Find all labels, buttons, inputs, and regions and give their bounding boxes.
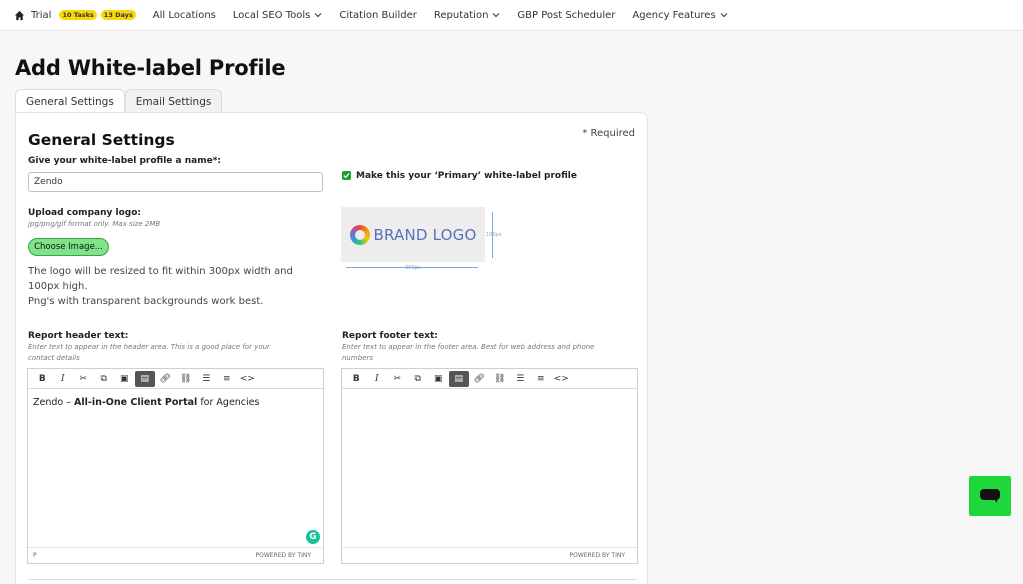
width-dimension-label: 300px bbox=[405, 265, 421, 271]
section-heading: General Settings bbox=[28, 131, 175, 149]
days-badge: 13 Days bbox=[100, 10, 136, 20]
unlink-icon[interactable]: ⛓ bbox=[490, 371, 511, 387]
italic-icon[interactable]: I bbox=[367, 371, 388, 387]
logo-placeholder-text: BRAND LOGO bbox=[373, 225, 477, 244]
section-divider bbox=[28, 579, 637, 580]
tab-bar: General Settings Email Settings bbox=[15, 89, 223, 113]
cut-icon[interactable]: ✂ bbox=[387, 371, 408, 387]
paste-text-icon[interactable]: ▤ bbox=[134, 370, 155, 387]
logo-upload-label: Upload company logo: bbox=[28, 208, 141, 218]
top-nav: Trial 10 Tasks 13 Days All Locations Loc… bbox=[0, 0, 1023, 31]
tasks-badge: 10 Tasks bbox=[59, 10, 97, 20]
logo-preview: BRAND LOGO bbox=[341, 207, 485, 262]
profile-name-label: Give your white-label profile a name*: bbox=[28, 156, 222, 166]
bullet-list-icon[interactable]: ☰ bbox=[196, 371, 217, 387]
home-icon bbox=[14, 10, 25, 20]
paste-text-icon[interactable]: ▤ bbox=[448, 370, 469, 387]
footer-text-hint: Enter text to appear in the footer area.… bbox=[342, 343, 595, 362]
footer-text-label: Report footer text: bbox=[342, 331, 438, 341]
italic-icon[interactable]: I bbox=[53, 371, 74, 387]
header-editor-content[interactable]: Zendo – All-in-One Client Portal for Age… bbox=[28, 389, 323, 416]
logo-ring-icon bbox=[349, 224, 370, 245]
nav-home[interactable]: Trial 10 Tasks 13 Days bbox=[14, 10, 136, 21]
tab-general-settings[interactable]: General Settings bbox=[15, 89, 125, 113]
copy-icon[interactable]: ⧉ bbox=[94, 371, 115, 387]
cut-icon[interactable]: ✂ bbox=[73, 371, 94, 387]
footer-editor-content[interactable] bbox=[342, 389, 637, 405]
profile-name-input[interactable]: Zendo bbox=[28, 172, 323, 192]
tab-email-settings[interactable]: Email Settings bbox=[124, 89, 223, 113]
trial-label: Trial bbox=[31, 9, 52, 21]
bold-icon[interactable]: B bbox=[32, 371, 53, 387]
height-dimension-label: 100px bbox=[486, 232, 502, 238]
nav-citation-builder[interactable]: Citation Builder bbox=[339, 10, 417, 21]
editor-toolbar: B I ✂ ⧉ ▣ ▤ 🔗︎ ⛓ ☰ ≡ <> bbox=[342, 369, 637, 389]
link-icon[interactable]: 🔗︎ bbox=[469, 371, 490, 387]
page-title: Add White-label Profile bbox=[15, 56, 286, 80]
header-text-label: Report header text: bbox=[28, 331, 129, 341]
powered-by-tiny[interactable]: POWERED BY TINY bbox=[256, 552, 312, 559]
link-icon[interactable]: 🔗︎ bbox=[155, 371, 176, 387]
choose-image-button[interactable]: Choose Image... bbox=[28, 238, 109, 256]
nav-local-seo-tools[interactable]: Local SEO Tools bbox=[233, 10, 322, 21]
paste-icon[interactable]: ▣ bbox=[114, 371, 135, 387]
header-text-hint: Enter text to appear in the header area.… bbox=[28, 343, 270, 362]
powered-by-tiny[interactable]: POWERED BY TINY bbox=[570, 552, 626, 559]
nav-reputation[interactable]: Reputation bbox=[434, 10, 501, 21]
required-note: * Required bbox=[582, 128, 635, 139]
chevron-down-icon bbox=[314, 13, 322, 18]
bold-icon[interactable]: B bbox=[346, 371, 367, 387]
element-path: P bbox=[33, 552, 37, 559]
logo-upload-hint: jpg/png/gif format only. Max size 2MB bbox=[28, 220, 161, 228]
bullet-list-icon[interactable]: ☰ bbox=[510, 371, 531, 387]
logo-resize-note: The logo will be resized to fit within 3… bbox=[28, 266, 293, 307]
editor-statusbar: P POWERED BY TINY bbox=[28, 547, 323, 563]
nav-all-locations[interactable]: All Locations bbox=[153, 10, 216, 21]
grammarly-icon[interactable]: G bbox=[306, 530, 320, 544]
code-icon[interactable]: <> bbox=[237, 371, 258, 387]
nav-gbp-post-scheduler[interactable]: GBP Post Scheduler bbox=[517, 10, 615, 21]
numbered-list-icon[interactable]: ≡ bbox=[217, 371, 238, 387]
primary-profile-checkbox[interactable] bbox=[342, 171, 351, 180]
paste-icon[interactable]: ▣ bbox=[428, 371, 449, 387]
code-icon[interactable]: <> bbox=[551, 371, 572, 387]
chat-icon bbox=[980, 489, 1000, 503]
chevron-down-icon bbox=[720, 13, 728, 18]
editor-toolbar: B I ✂ ⧉ ▣ ▤ 🔗︎ ⛓ ☰ ≡ <> bbox=[28, 369, 323, 389]
footer-editor: B I ✂ ⧉ ▣ ▤ 🔗︎ ⛓ ☰ ≡ <> POWERED BY TINY bbox=[341, 368, 638, 564]
copy-icon[interactable]: ⧉ bbox=[408, 371, 429, 387]
editor-statusbar: POWERED BY TINY bbox=[342, 547, 637, 563]
chevron-down-icon bbox=[493, 13, 500, 18]
settings-card: General Settings * Required Give your wh… bbox=[15, 112, 648, 584]
chat-button[interactable] bbox=[969, 476, 1011, 516]
numbered-list-icon[interactable]: ≡ bbox=[531, 371, 552, 387]
nav-agency-features[interactable]: Agency Features bbox=[632, 10, 728, 21]
checkmark-icon bbox=[343, 173, 350, 179]
unlink-icon[interactable]: ⛓ bbox=[176, 371, 197, 387]
primary-profile-label: Make this your ‘Primary’ white-label pro… bbox=[356, 171, 577, 181]
header-editor: B I ✂ ⧉ ▣ ▤ 🔗︎ ⛓ ☰ ≡ <> Zendo – All-in-O… bbox=[27, 368, 324, 564]
